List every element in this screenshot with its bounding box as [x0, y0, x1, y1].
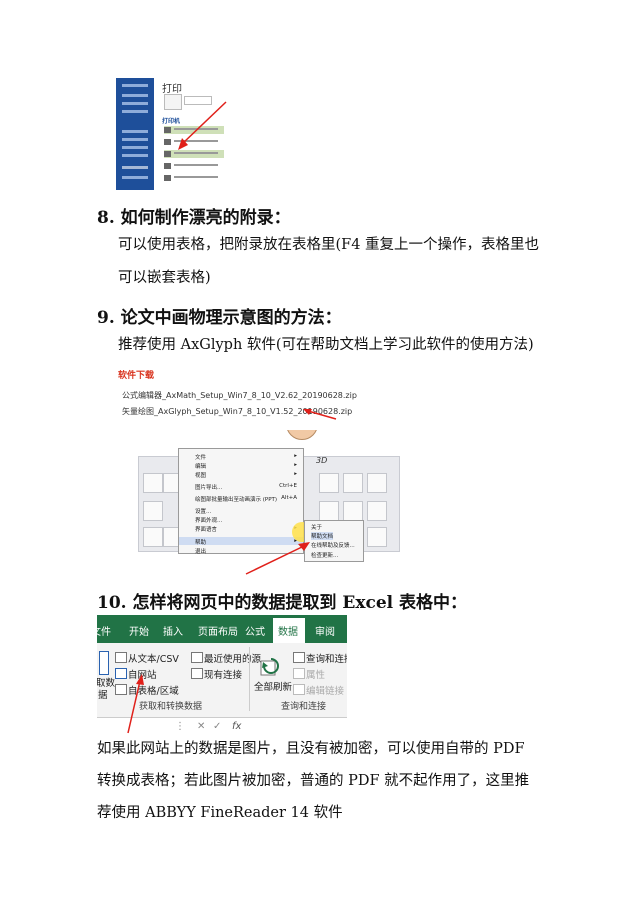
from-text-button[interactable]: 从文本/CSV	[128, 651, 179, 665]
printer-option[interactable]	[164, 174, 224, 182]
group-separator	[249, 647, 250, 711]
face-drawing	[286, 430, 318, 440]
section10-line1: 如果此网站上的数据是图片，且没有被加密，可以使用自带的 PDF	[97, 741, 525, 757]
section10-heading: 10. 怎样将网页中的数据提取到 Excel 表格中：	[97, 593, 468, 613]
tab-data[interactable]: 数据	[273, 618, 305, 643]
queries-connections-button[interactable]: 查询和连接	[306, 651, 347, 665]
enter-icon[interactable]: ✓	[213, 721, 221, 732]
submenu-about[interactable]: 关于	[311, 523, 322, 531]
download-link-axmath[interactable]: 公式编辑器_AxMath_Setup_Win7_8_10_V2.62_20190…	[122, 390, 357, 401]
section9-line1: 推荐使用 AxGlyph 软件(可在帮助文档上学习此软件的使用方法)	[118, 337, 534, 353]
tab-file[interactable]: 文件	[97, 623, 111, 638]
group-queries: 查询和连接	[281, 702, 327, 712]
axglyph-menu-screenshot: 3D 文件 ▸ 编辑 ▸ 视图 ▸ 图片导出... Ctrl+E 绘图部批量输出…	[116, 430, 406, 580]
backstage-sidebar	[116, 78, 154, 190]
menu-item-view[interactable]: 视图	[195, 471, 206, 479]
menu-item-edit[interactable]: 编辑	[195, 462, 206, 470]
menu-item-language[interactable]: 界面语言	[195, 525, 217, 533]
software-download-screenshot: 软件下载 公式编辑器_AxMath_Setup_Win7_8_10_V2.62_…	[116, 368, 357, 426]
refresh-all-button[interactable]: 全部刷新	[254, 679, 292, 693]
section10-line2: 转换成表格；若此图片被加密，普通的 PDF 就不起作用了，这里推	[97, 773, 530, 789]
queries-connections-icon	[293, 652, 305, 663]
print-title: 打印	[162, 84, 182, 95]
menu-item-settings[interactable]: 设置...	[195, 507, 211, 515]
from-text-icon	[115, 652, 127, 663]
menu-item-batch-ppt[interactable]: 绘图部批量输出至动画演示 (PPT)	[195, 495, 277, 503]
fx-icon[interactable]: fx	[232, 721, 241, 732]
tab-3d[interactable]: 3D	[316, 456, 327, 465]
section8-heading: 8. 如何制作漂亮的附录：	[97, 208, 291, 228]
existing-connections-button[interactable]: 现有连接	[204, 667, 242, 681]
excel-tab-bar: 文件 开始 插入 页面布局 公式 数据 审阅	[97, 615, 347, 643]
menu-item-exit[interactable]: 退出	[195, 547, 206, 555]
tab-insert[interactable]: 插入	[163, 623, 183, 638]
group-get-transform: 获取和转换数据	[139, 702, 203, 712]
properties-button[interactable]: 属性	[306, 667, 325, 681]
print-dialog-screenshot: 打印 打印机	[116, 78, 234, 190]
excel-ribbon-screenshot: 文件 开始 插入 页面布局 公式 数据 审阅 取数 据 从文本/CSV 自网站 …	[97, 615, 347, 735]
submenu-help-doc[interactable]: 帮助文档	[311, 532, 334, 540]
section8-line1: 可以使用表格，把附录放在表格里(F4 重复上一个操作，表格里也	[118, 237, 540, 253]
tab-home[interactable]: 开始	[129, 623, 149, 638]
submenu-online-help[interactable]: 在线帮助及反馈...	[311, 541, 355, 549]
download-title: 软件下载	[118, 371, 155, 381]
cancel-icon[interactable]: ✕	[197, 721, 205, 732]
existing-connections-icon	[191, 668, 203, 679]
formula-bar-divider-icon: ⋮	[175, 721, 185, 732]
edit-links-button[interactable]: 编辑链接	[306, 683, 344, 697]
tab-formulas[interactable]: 公式	[245, 623, 265, 638]
section8-line2: 可以嵌套表格)	[118, 270, 211, 286]
recent-sources-icon	[191, 652, 203, 663]
menu-item-help[interactable]: 帮助	[195, 538, 206, 546]
menu-item-appearance[interactable]: 界面外观...	[195, 516, 222, 524]
edit-links-icon	[293, 684, 305, 695]
menu-item-file[interactable]: 文件	[195, 453, 206, 461]
red-arrow-icon	[178, 101, 227, 150]
red-arrow-icon	[245, 542, 310, 575]
section10-line3: 荐使用 ABBYY FineReader 14 软件	[97, 805, 343, 821]
get-data-icon	[99, 651, 109, 675]
submenu-check-update[interactable]: 检查更新...	[311, 551, 338, 559]
printer-option[interactable]	[164, 162, 224, 170]
red-arrow-icon	[303, 409, 337, 420]
red-arrow-icon	[127, 674, 144, 734]
menu-item-export[interactable]: 图片导出...	[195, 483, 222, 491]
get-data-label-b[interactable]: 据	[98, 687, 108, 701]
tab-page-layout[interactable]: 页面布局	[198, 623, 238, 638]
refresh-all-icon	[260, 658, 279, 676]
recent-sources-button[interactable]: 最近使用的源	[204, 651, 261, 665]
properties-icon	[293, 668, 305, 679]
tab-review[interactable]: 审阅	[315, 623, 335, 638]
section9-heading: 9. 论文中画物理示意图的方法：	[97, 308, 342, 328]
